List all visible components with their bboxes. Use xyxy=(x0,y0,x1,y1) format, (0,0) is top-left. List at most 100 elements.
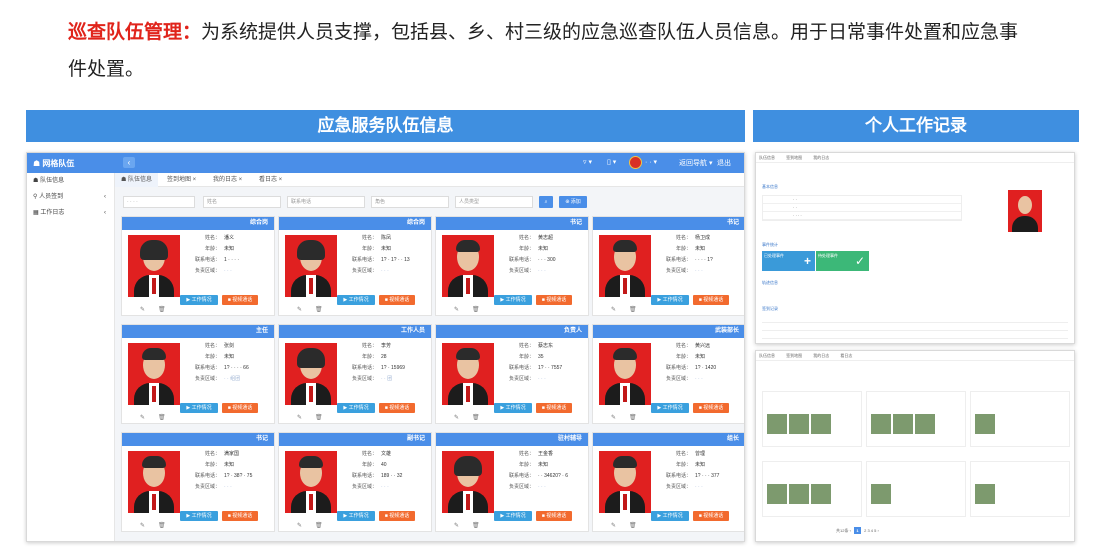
delete-icon[interactable]: 🗑 xyxy=(472,522,480,529)
record-row xyxy=(762,315,1068,323)
sidebar-item-team-info[interactable]: ☗ 队伍信息 xyxy=(27,173,114,189)
team-card: 书记 姓名： 黄志超 年龄： 未知 联系电话： · · · 300 负责区域： · · … xyxy=(435,216,589,316)
video-call-button[interactable]: ■ 视频通话 xyxy=(379,511,415,521)
delete-icon[interactable]: 🗑 xyxy=(158,414,166,421)
work-status-button[interactable]: ▶ 工作情况 xyxy=(494,295,532,305)
sidebar-item-checkin[interactable]: ⚲ 人员签到 ‹ xyxy=(27,189,114,205)
type-select[interactable]: 人员类型 xyxy=(455,196,533,208)
logout-link[interactable]: 退出 xyxy=(717,158,731,168)
edit-icon[interactable]: ✎ xyxy=(611,306,616,313)
member-phone: 189 · · 32 xyxy=(381,473,403,479)
video-call-button[interactable]: ■ 视频通话 xyxy=(379,403,415,413)
edit-icon[interactable]: ✎ xyxy=(297,522,302,529)
member-phone: 1? · 1? · · 13 xyxy=(381,257,410,263)
work-status-button[interactable]: ▶ 工作情况 xyxy=(337,511,375,521)
search-button[interactable]: ⌕ xyxy=(539,196,553,208)
phone-input[interactable]: 联系电话 xyxy=(287,196,365,208)
page-1[interactable]: 1 xyxy=(854,527,862,534)
member-info: 姓名： 文雄 年龄： 40 联系电话： 189 · · 32 负责区域： · · · xyxy=(343,449,402,493)
area-label: 负责区域： xyxy=(194,484,220,490)
video-call-button[interactable]: ■ 视频通话 xyxy=(379,295,415,305)
add-button[interactable]: ⊕ 添加 xyxy=(559,196,587,208)
delete-icon[interactable]: 🗑 xyxy=(315,306,323,313)
member-name: 黄志超 xyxy=(538,235,554,241)
edit-icon[interactable]: ✎ xyxy=(140,522,145,529)
delete-icon[interactable]: 🗑 xyxy=(629,306,637,313)
video-call-button[interactable]: ■ 视频通话 xyxy=(693,403,729,413)
work-status-button[interactable]: ▶ 工作情况 xyxy=(651,295,689,305)
tab-my-log[interactable]: 我的日志 xyxy=(813,155,829,160)
work-status-button[interactable]: ▶ 工作情况 xyxy=(180,295,218,305)
log-tile[interactable] xyxy=(970,461,1070,517)
tab-view-log[interactable]: 看日志 xyxy=(840,353,852,358)
work-status-button[interactable]: ▶ 工作情况 xyxy=(651,403,689,413)
log-tile[interactable] xyxy=(762,461,862,517)
video-call-button[interactable]: ■ 视频通话 xyxy=(222,511,258,521)
delete-icon[interactable]: 🗑 xyxy=(158,306,166,313)
tab-team-info[interactable]: 队伍信息 xyxy=(759,353,775,358)
tab-my-log[interactable]: 我的日志 xyxy=(813,353,829,358)
tab-checkin-map[interactable]: 签到地图 × xyxy=(161,173,202,187)
edit-icon[interactable]: ✎ xyxy=(454,414,459,421)
tab-team-info[interactable]: ☗ 队伍信息 xyxy=(115,173,159,187)
work-status-button[interactable]: ▶ 工作情况 xyxy=(494,511,532,521)
delete-icon[interactable]: 🗑 xyxy=(629,414,637,421)
member-age: 40 xyxy=(381,462,387,468)
log-tile[interactable] xyxy=(866,391,966,447)
tab-checkin-map[interactable]: 签到地图 xyxy=(786,155,802,160)
video-call-button[interactable]: ■ 视频通话 xyxy=(693,511,729,521)
records-title: 签到记录 xyxy=(762,306,778,311)
member-photo xyxy=(128,451,180,513)
work-status-button[interactable]: ▶ 工作情况 xyxy=(180,403,218,413)
age-label: 年龄： xyxy=(675,354,691,360)
tab-view-log[interactable]: 看日志 × xyxy=(253,173,288,187)
tab-my-log[interactable]: 我的日志 × xyxy=(207,173,248,187)
member-area: · · 团 xyxy=(381,376,393,382)
member-phone: 1? · 1420 xyxy=(695,365,717,371)
video-call-button[interactable]: ■ 视频通话 xyxy=(222,295,258,305)
shirt-icon[interactable]: ▿ ▾ xyxy=(583,158,592,166)
edit-icon[interactable]: ✎ xyxy=(611,414,616,421)
edit-icon[interactable]: ✎ xyxy=(454,522,459,529)
calendar-icon: ▦ xyxy=(33,210,39,216)
edit-icon[interactable]: ✎ xyxy=(611,522,616,529)
work-status-button[interactable]: ▶ 工作情况 xyxy=(337,295,375,305)
video-call-button[interactable]: ■ 视频通话 xyxy=(536,511,572,521)
log-tile[interactable] xyxy=(866,461,966,517)
video-call-button[interactable]: ■ 视频通话 xyxy=(536,403,572,413)
log-tile[interactable] xyxy=(970,391,1070,447)
tab-checkin-map[interactable]: 签到地图 xyxy=(786,353,802,358)
work-status-button[interactable]: ▶ 工作情况 xyxy=(651,511,689,521)
back-nav-link[interactable]: 返回导航 ▾ xyxy=(679,158,712,168)
delete-icon[interactable]: 🗑 xyxy=(315,414,323,421)
region-select[interactable]: · · · · xyxy=(123,196,195,208)
edit-icon[interactable]: ✎ xyxy=(140,306,145,313)
intro-paragraph: 巡查队伍管理：为系统提供人员支撑，包括县、乡、村三级的应急巡查队伍人员信息。用于… xyxy=(68,14,1028,88)
work-status-button[interactable]: ▶ 工作情况 xyxy=(494,403,532,413)
role-select[interactable]: 角色 xyxy=(371,196,449,208)
name-input[interactable]: 姓名 xyxy=(203,196,281,208)
edit-icon[interactable]: ✎ xyxy=(140,414,145,421)
edit-icon[interactable]: ✎ xyxy=(297,306,302,313)
sidebar-item-work-log[interactable]: ▦ 工作日志 ‹ xyxy=(27,205,114,221)
phone-label: 联系电话： xyxy=(665,365,691,371)
delete-icon[interactable]: 🗑 xyxy=(158,522,166,529)
delete-icon[interactable]: 🗑 xyxy=(315,522,323,529)
member-age: 未知 xyxy=(695,246,706,252)
collapse-sidebar-button[interactable]: ‹ xyxy=(123,157,135,168)
team-card: 驻村辅导 姓名： 王金香 年龄： 未知 联系电话： · · 34620? · 6 负责… xyxy=(435,432,589,532)
edit-icon[interactable]: ✎ xyxy=(297,414,302,421)
phone-icon[interactable]: ▯ ▾ xyxy=(607,158,616,166)
edit-icon[interactable]: ✎ xyxy=(454,306,459,313)
work-status-button[interactable]: ▶ 工作情况 xyxy=(337,403,375,413)
work-status-button[interactable]: ▶ 工作情况 xyxy=(180,511,218,521)
log-tile[interactable] xyxy=(762,391,862,447)
tab-team-info[interactable]: 队伍信息 xyxy=(759,155,775,160)
video-call-button[interactable]: ■ 视频通话 xyxy=(222,403,258,413)
user-name[interactable]: · · ▾ xyxy=(645,158,657,166)
video-call-button[interactable]: ■ 视频通话 xyxy=(536,295,572,305)
delete-icon[interactable]: 🗑 xyxy=(472,306,480,313)
delete-icon[interactable]: 🗑 xyxy=(472,414,480,421)
delete-icon[interactable]: 🗑 xyxy=(629,522,637,529)
video-call-button[interactable]: ■ 视频通话 xyxy=(693,295,729,305)
